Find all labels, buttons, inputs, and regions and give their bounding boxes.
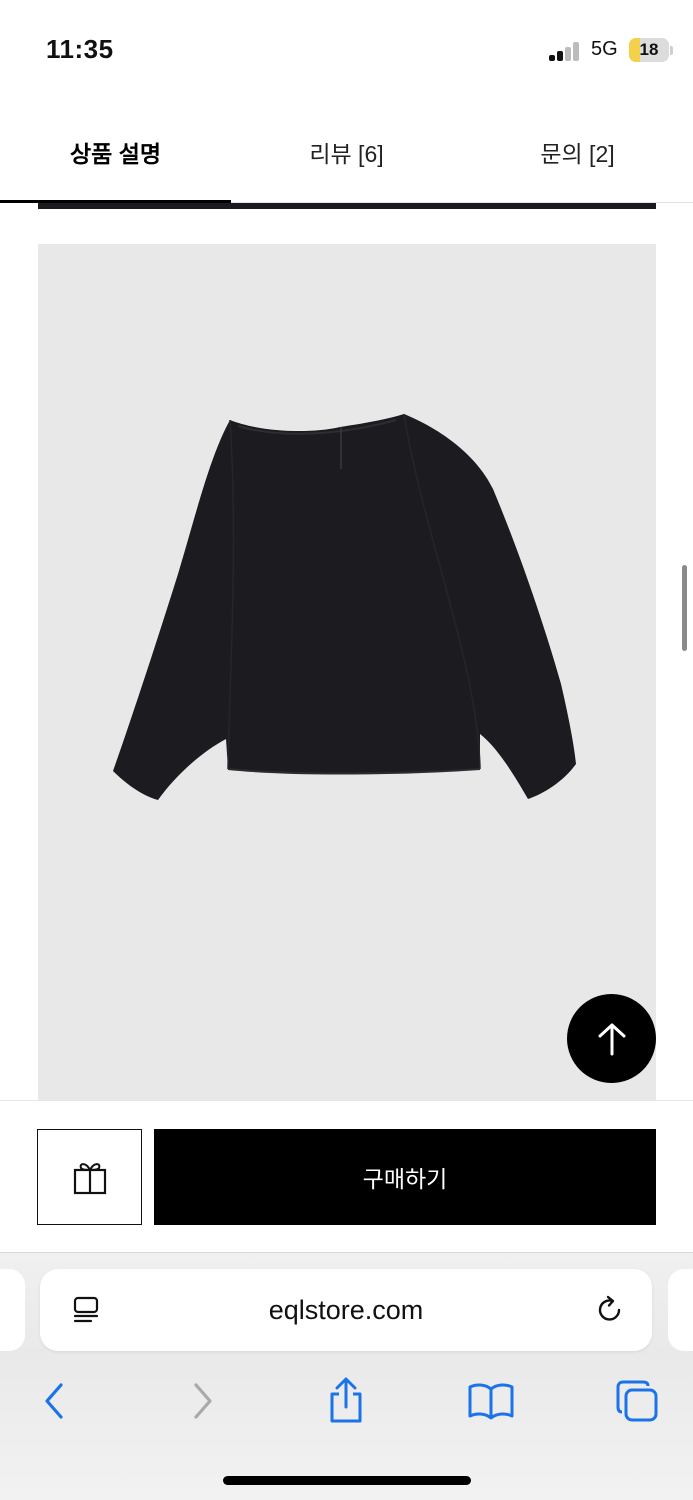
product-tabs: 상품 설명 리뷰 [6] 문의 [2] (0, 100, 693, 203)
url-text[interactable]: eqlstore.com (40, 1269, 652, 1351)
tabs-icon (616, 1380, 658, 1422)
tab-inquiries[interactable]: 문의 [2] (462, 100, 693, 203)
scroll-to-top-button[interactable] (567, 994, 656, 1083)
status-bar: 11:35 5G 18 (0, 0, 693, 100)
forward-icon (194, 1383, 212, 1419)
reload-icon[interactable] (595, 1295, 625, 1325)
gift-button[interactable] (37, 1129, 142, 1225)
gift-icon (73, 1163, 106, 1195)
share-icon (330, 1377, 362, 1423)
battery-nub (670, 46, 673, 55)
battery-icon: 18 (629, 38, 669, 62)
back-icon (45, 1383, 63, 1419)
tab-description[interactable]: 상품 설명 (0, 100, 231, 203)
previous-image-edge (38, 203, 656, 209)
home-indicator[interactable] (223, 1476, 471, 1485)
tab-reviews[interactable]: 리뷰 [6] (231, 100, 462, 203)
bookmarks-icon (468, 1383, 514, 1420)
battery-level: 18 (639, 40, 659, 59)
arrow-up-icon (598, 1023, 625, 1055)
signal-icon (549, 41, 581, 61)
share-button[interactable] (318, 1373, 374, 1429)
blouse-image (113, 413, 576, 800)
network-type: 5G (591, 38, 618, 60)
next-tab-card[interactable] (668, 1269, 693, 1351)
bookmarks-button[interactable] (463, 1373, 519, 1429)
browser-toolbar: eqlstore.com (0, 1252, 693, 1500)
page: 11:35 5G 18 상품 설명 리뷰 [6] 문의 [2] 구매하기 eql… (0, 0, 693, 1500)
back-button[interactable] (26, 1373, 82, 1429)
purchase-bar: 구매하기 (0, 1100, 693, 1252)
buy-button[interactable]: 구매하기 (154, 1129, 656, 1225)
status-time: 11:35 (46, 34, 114, 64)
address-bar[interactable]: eqlstore.com (40, 1269, 652, 1351)
previous-tab-card[interactable] (0, 1269, 25, 1351)
tabs-button[interactable] (609, 1373, 665, 1429)
product-image (38, 244, 656, 1100)
scrollbar[interactable] (682, 565, 687, 651)
forward-button[interactable] (175, 1373, 231, 1429)
